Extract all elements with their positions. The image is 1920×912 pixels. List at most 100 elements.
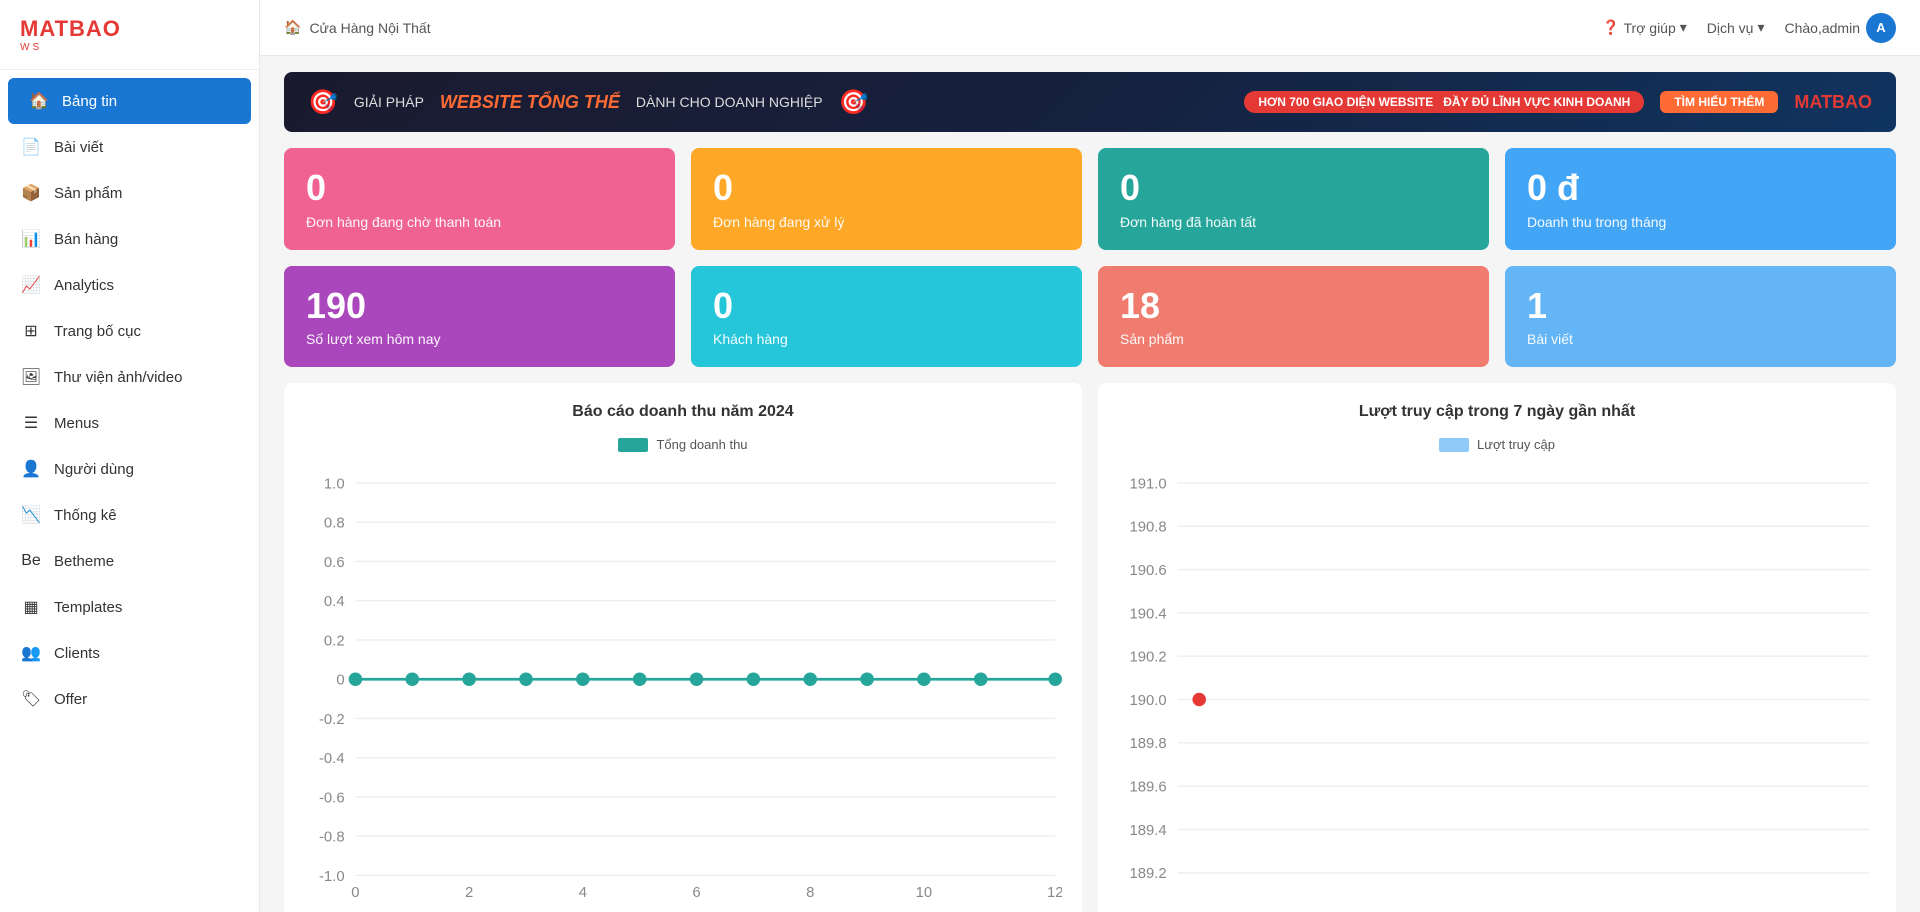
stat-value-2: 0 (1120, 168, 1467, 208)
main-content: 🏠 Cửa Hàng Nội Thất ❓ Trợ giúp ▾ Dịch vụ… (260, 0, 1920, 912)
banner-cta-button[interactable]: TÌM HIỂU THÊM (1660, 91, 1778, 113)
svg-text:189.2: 189.2 (1129, 866, 1166, 882)
revenue-svg: 1.0 0.8 0.6 0.4 0.2 0 -0.2 -0.4 -0.6 -0.… (304, 464, 1062, 897)
help-icon: ❓ (1602, 19, 1619, 36)
stat-label-4: Số lượt xem hôm nay (306, 331, 653, 347)
sidebar-label-bang-tin: Bảng tin (62, 93, 117, 110)
stat-card-0: 0 Đơn hàng đang chờ thanh toán (284, 148, 675, 250)
sidebar-item-trang-bo-cuc[interactable]: ⊞ Trang bố cục (0, 308, 259, 354)
stat-label-3: Doanh thu trong tháng (1527, 214, 1874, 230)
service-label: Dịch vụ (1707, 20, 1754, 36)
svg-text:8: 8 (806, 885, 814, 897)
svg-text:191.0: 191.0 (1129, 477, 1166, 493)
svg-text:-1.0: -1.0 (319, 869, 345, 885)
sidebar-item-bai-viet[interactable]: 📄Bài viết (0, 124, 259, 170)
sidebar-item-betheme[interactable]: BeBetheme (0, 538, 259, 584)
sidebar-item-san-pham[interactable]: 📦Sản phẩm (0, 170, 259, 216)
sidebar-icon-nguoi-dung: 👤 (20, 458, 42, 480)
stat-card-4: 190Số lượt xem hôm nay (284, 266, 675, 368)
svg-text:0.8: 0.8 (324, 516, 345, 532)
stat-card-3: 0 đDoanh thu trong tháng (1505, 148, 1896, 250)
sidebar-label-analytics: Analytics (54, 277, 114, 294)
svg-text:4: 4 (579, 885, 587, 897)
sidebar-item-nguoi-dung[interactable]: 👤 Người dùng (0, 446, 259, 492)
svg-text:-0.4: -0.4 (319, 751, 345, 767)
svg-text:2: 2 (465, 885, 473, 897)
breadcrumb-text: Cửa Hàng Nội Thất (309, 20, 430, 36)
sidebar-icon-trang-bo-cuc: ⊞ (20, 320, 42, 342)
stat-value-7: 1 (1527, 286, 1874, 326)
sidebar-icon-betheme: Be (20, 550, 42, 572)
stats-grid: 0Đơn hàng đang chờ thanh toán0Đơn hàng đ… (284, 148, 1896, 367)
sidebar: MATBAO WS 🏠Bảng tin📄Bài viết📦Sản phẩm 📊 Bá… (0, 0, 260, 912)
sidebar-label-trang-bo-cuc: Trang bố cục (54, 323, 141, 340)
svg-text:6: 6 (692, 885, 700, 897)
sidebar-item-ban-hang[interactable]: 📊 Bán hàng (0, 216, 259, 262)
sidebar-icon-ban-hang: 📊 (20, 228, 42, 250)
stat-label-2: Đơn hàng đã hoàn tất (1120, 214, 1467, 230)
stat-card-1: 0Đơn hàng đang xử lý (691, 148, 1082, 250)
revenue-legend-label: Tổng doanh thu (656, 437, 747, 452)
svg-text:-0.6: -0.6 (319, 791, 345, 807)
traffic-chart-title: Lượt truy cập trong 7 ngày gần nhất (1118, 403, 1876, 421)
svg-text:190.0: 190.0 (1129, 693, 1166, 709)
sidebar-label-nguoi-dung: Người dùng (54, 461, 134, 478)
stat-label-0: Đơn hàng đang chờ thanh toán (306, 214, 653, 230)
svg-text:190.2: 190.2 (1129, 650, 1166, 666)
svg-text:1.0: 1.0 (324, 477, 345, 493)
logo-sub: WS (20, 42, 239, 53)
stat-card-2: 0 Đơn hàng đã hoàn tất (1098, 148, 1489, 250)
svg-text:0.2: 0.2 (324, 634, 345, 650)
service-button[interactable]: Dịch vụ ▾ (1707, 19, 1765, 36)
user-label: Chào,admin (1785, 20, 1861, 36)
revenue-chart-svg: 1.0 0.8 0.6 0.4 0.2 0 -0.2 -0.4 -0.6 -0.… (304, 464, 1062, 902)
traffic-chart-svg: 191.0 190.8 190.6 190.4 190.2 190.0 189.… (1118, 464, 1876, 902)
svg-text:10: 10 (916, 885, 933, 897)
avatar: A (1866, 13, 1896, 43)
sidebar-item-offer[interactable]: 🏷Offer (0, 676, 259, 722)
topbar-right: ❓ Trợ giúp ▾ Dịch vụ ▾ Chào,admin A (1602, 13, 1896, 43)
traffic-legend-color (1439, 438, 1469, 452)
sidebar-item-thong-ke[interactable]: 📉Thống kê (0, 492, 259, 538)
revenue-chart-title: Báo cáo doanh thu năm 2024 (304, 403, 1062, 421)
svg-text:-0.2: -0.2 (319, 712, 345, 728)
content-area: 🎯 GIẢI PHÁP WEBSITE TỔNG THỂ DÀNH CHO DO… (260, 56, 1920, 912)
banner-icon-right: 🎯 (839, 88, 869, 117)
help-label: Trợ giúp (1624, 20, 1676, 36)
stat-card-5: 0Khách hàng (691, 266, 1082, 368)
banner-prefix: GIẢI PHÁP (354, 94, 424, 110)
revenue-chart-legend: Tổng doanh thu (304, 437, 1062, 452)
stat-value-1: 0 (713, 168, 1060, 208)
sidebar-item-templates[interactable]: ▦Templates (0, 584, 259, 630)
sidebar-item-thu-vien[interactable]: 🖼Thư viện ảnh/video (0, 354, 259, 400)
stat-card-6: 18Sản phẩm (1098, 266, 1489, 368)
stat-value-0: 0 (306, 168, 653, 208)
traffic-chart-legend: Lượt truy cập (1118, 437, 1876, 452)
svg-text:190.8: 190.8 (1129, 520, 1166, 536)
charts-row: Báo cáo doanh thu năm 2024 Tổng doanh th… (284, 383, 1896, 912)
sidebar-item-bang-tin[interactable]: 🏠Bảng tin (8, 78, 251, 124)
sidebar-icon-offer: 🏷 (20, 688, 42, 710)
user-menu[interactable]: Chào,admin A (1785, 13, 1897, 43)
sidebar-item-analytics[interactable]: 📈 Analytics (0, 262, 259, 308)
help-button[interactable]: ❓ Trợ giúp ▾ (1602, 19, 1687, 36)
sidebar-icon-bai-viet: 📄 (20, 136, 42, 158)
banner-suffix: DÀNH CHO DOANH NGHIỆP (636, 94, 823, 110)
svg-text:0.4: 0.4 (324, 594, 345, 610)
banner-brand: MATBAO (1794, 92, 1872, 113)
sidebar-icon-analytics: 📈 (20, 274, 42, 296)
logo-text: MATBAO (20, 16, 121, 42)
svg-text:-0.8: -0.8 (319, 830, 345, 846)
sidebar-item-menus[interactable]: ☰Menus (0, 400, 259, 446)
logo: MATBAO WS (0, 0, 259, 70)
svg-text:0: 0 (351, 885, 359, 897)
stat-label-6: Sản phẩm (1120, 331, 1467, 347)
sidebar-label-ban-hang: Bán hàng (54, 231, 118, 248)
svg-text:190.4: 190.4 (1129, 606, 1166, 622)
revenue-chart-card: Báo cáo doanh thu năm 2024 Tổng doanh th… (284, 383, 1082, 912)
stat-card-7: 1Bài viết (1505, 266, 1896, 368)
sidebar-icon-clients: 👥 (20, 642, 42, 664)
sidebar-item-clients[interactable]: 👥Clients (0, 630, 259, 676)
home-icon: 🏠 (284, 19, 301, 36)
svg-text:190.6: 190.6 (1129, 563, 1166, 579)
